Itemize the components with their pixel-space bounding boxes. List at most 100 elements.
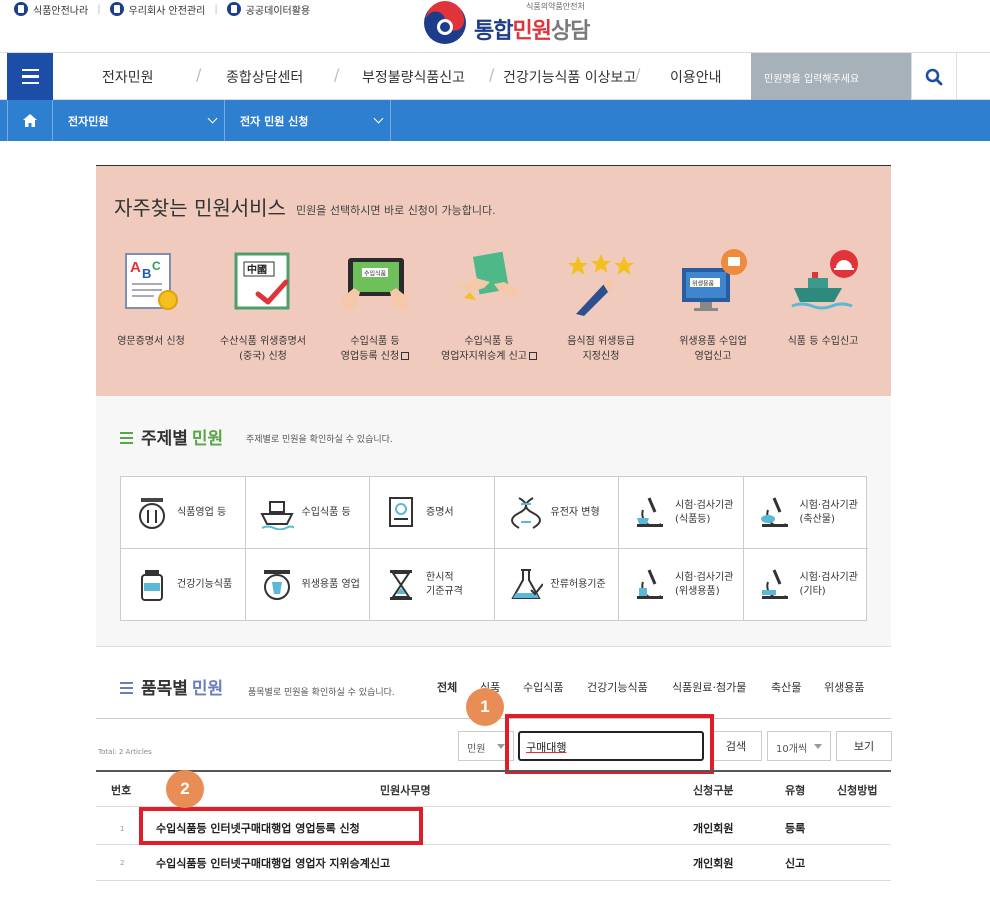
topic-gmo[interactable]: 유전자 변형 — [494, 477, 619, 549]
topic-lab-food[interactable]: 시험·검사기관 (식품등) — [619, 477, 744, 549]
topic-label: (축산물) — [799, 513, 835, 525]
nav-item-health-food-report[interactable]: 건강기능식품 이상보고 — [503, 67, 636, 87]
logo-agency: 식품의약품안전처 — [526, 2, 585, 11]
location-bar: 전자민원 전자 민원 신청 — [0, 100, 990, 141]
service-import-business-succession[interactable]: 수입식품 등 영업자지위승계 신고 — [434, 248, 544, 364]
list-icon — [120, 682, 133, 694]
category-tab-imported[interactable]: 수입식품 — [523, 679, 563, 695]
highlight-box-result — [139, 807, 423, 845]
topic-certificate[interactable]: 증명서 — [370, 477, 495, 549]
column-header-method: 신청방법 — [837, 784, 878, 797]
nav-item-consult-center[interactable]: 종합상담센터 — [226, 67, 303, 87]
service-english-certificate[interactable]: A B C 영문증명서 신청 — [96, 248, 206, 349]
utility-divider: | — [97, 3, 101, 15]
utility-link-company-safety[interactable]: 우리회사 안전관리 — [109, 2, 206, 17]
service-fishery-certificate-china[interactable]: 中國 수산식품 위생증명서 (중국) 신청 — [208, 248, 318, 364]
data-icon — [226, 2, 241, 16]
topic-hygiene-business[interactable]: 위생용품 영업 — [246, 549, 370, 621]
caret-down-icon — [814, 744, 822, 749]
service-label: (중국) 신청 — [239, 351, 287, 362]
chevron-down-icon — [207, 113, 218, 124]
location-level2-label: 전자 민원 신청 — [240, 114, 309, 128]
nav-divider: / — [489, 65, 495, 84]
item-section-desc: 품목별로 민원을 확인하실 수 있습니다. — [248, 688, 395, 698]
topic-label: 증명서 — [426, 506, 454, 518]
search-submit-button[interactable]: 검색 — [710, 731, 762, 761]
highlight-box-search — [505, 714, 714, 774]
view-button[interactable]: 보기 — [836, 731, 892, 761]
topic-label: 시험·검사기관 — [675, 499, 734, 511]
dna-icon — [510, 496, 541, 529]
service-label: 영업자지위승계 신고 — [441, 351, 527, 362]
petition-type: 신고 — [785, 857, 806, 870]
logo-title: 통합민원상담 — [474, 19, 590, 44]
petition-link[interactable]: 수입식품등 인터넷구매대행업 영업자 지위승계신고 — [156, 855, 390, 871]
column-header-name: 민원사무명 — [380, 784, 431, 797]
service-food-import-report[interactable]: 식품 등 수입신고 — [768, 248, 878, 349]
tablet-import-icon: 수입식품 — [340, 248, 410, 318]
topic-label: (식품등) — [675, 513, 711, 525]
nav-item-guide[interactable]: 이용안내 — [670, 67, 722, 87]
search-button[interactable] — [911, 53, 957, 100]
row-number: 1 — [120, 825, 125, 833]
nav-divider: / — [196, 65, 202, 84]
topic-food-business[interactable]: 식품영업 등 — [121, 477, 246, 549]
category-tab-hygiene[interactable]: 위생용품 — [824, 679, 864, 695]
topic-label: 수입식품 등 — [301, 506, 351, 518]
category-tab-all[interactable]: 전체 — [437, 679, 457, 695]
svg-text:中國: 中國 — [247, 263, 267, 276]
petition-type: 등록 — [785, 822, 806, 835]
topic-label: 시험·검사기관 — [799, 499, 858, 511]
topic-imported-food[interactable]: 수입식품 등 — [245, 477, 370, 549]
page-size-value: 10개씩 — [776, 744, 808, 755]
microscope-meat-icon — [760, 496, 788, 527]
home-button[interactable] — [7, 100, 53, 141]
ship-icon — [259, 500, 294, 530]
service-label: 수산식품 위생증명서 — [220, 336, 306, 347]
category-tab-livestock[interactable]: 축산물 — [771, 679, 801, 695]
hamburger-icon — [21, 68, 39, 72]
document-icon — [14, 2, 28, 16]
total-count: Total: 2 Articles — [98, 748, 152, 756]
topic-lab-hygiene[interactable]: 시험·검사기관 (위생용품) — [619, 549, 744, 621]
utility-link-open-data[interactable]: 공공데이터활용 — [226, 2, 310, 17]
topic-label: 유전자 변형 — [550, 506, 600, 518]
topic-label: (위생용품) — [675, 586, 720, 597]
utility-link-label: 우리회사 안전관리 — [128, 5, 206, 17]
caret-down-icon — [497, 744, 505, 749]
service-hygiene-import-report[interactable]: 위생용품 위생용품 수입업 영업신고 — [658, 248, 768, 364]
service-label: 식품 등 수입신고 — [787, 336, 859, 347]
topic-temporary-standards[interactable]: 한시적 기준규격 — [370, 549, 495, 621]
service-label: 영문증명서 신청 — [117, 336, 185, 347]
home-icon — [23, 114, 37, 127]
topic-residue-limits[interactable]: 잔류허용기준 — [495, 549, 619, 621]
svg-text:수입식품: 수입식품 — [364, 270, 387, 278]
nav-divider: / — [635, 65, 641, 84]
topic-lab-livestock[interactable]: 시험·검사기관 (축산물) — [743, 477, 868, 549]
search-scope-value: 민원 — [467, 744, 486, 755]
site-logo[interactable]: 식품의약품안전처 통합민원상담 — [422, 0, 590, 46]
page-size-select[interactable]: 10개씩 — [767, 731, 831, 761]
menu-button[interactable] — [7, 53, 53, 100]
handover-icon — [454, 248, 524, 318]
service-import-business-registration[interactable]: 수입식품 수입식품 등 영업등록 신청 — [320, 248, 430, 364]
column-header-type: 유형 — [785, 784, 806, 797]
service-restaurant-hygiene-grade[interactable]: 음식점 위생등급 지정신청 — [546, 248, 656, 364]
topic-label: 한시적 — [426, 572, 454, 583]
topic-health-food[interactable]: 건강기능식품 — [121, 549, 246, 621]
topic-section-desc: 주제별로 민원을 확인하실 수 있습니다. — [246, 435, 393, 445]
petition-search-input[interactable]: 민원명을 입력해주세요 — [751, 53, 911, 100]
item-section-title: 품목별 민원 — [120, 674, 223, 699]
svg-text:B: B — [142, 266, 151, 281]
nav-item-e-petition[interactable]: 전자민원 — [102, 67, 154, 87]
nav-item-bad-food-report[interactable]: 부정불량식품신고 — [362, 67, 465, 87]
topic-lab-other[interactable]: 시험·검사기관 (기타) — [744, 549, 869, 621]
category-tab-health-food[interactable]: 건강기능식품 — [587, 679, 648, 695]
hourglass-icon — [390, 570, 412, 600]
frequent-services-panel: 자주찾는 민원서비스 민원을 선택하시면 바로 신청이 가능합니다. A B C… — [96, 166, 891, 396]
certificate-abc-icon: A B C — [116, 248, 186, 318]
utility-link-foodsafety[interactable]: 식품안전나라 — [14, 2, 88, 17]
category-tab-ingredients[interactable]: 식품원료·첨가물 — [672, 679, 746, 695]
location-dropdown-level1[interactable]: 전자민원 — [53, 100, 225, 141]
location-dropdown-level2[interactable]: 전자 민원 신청 — [225, 100, 391, 141]
